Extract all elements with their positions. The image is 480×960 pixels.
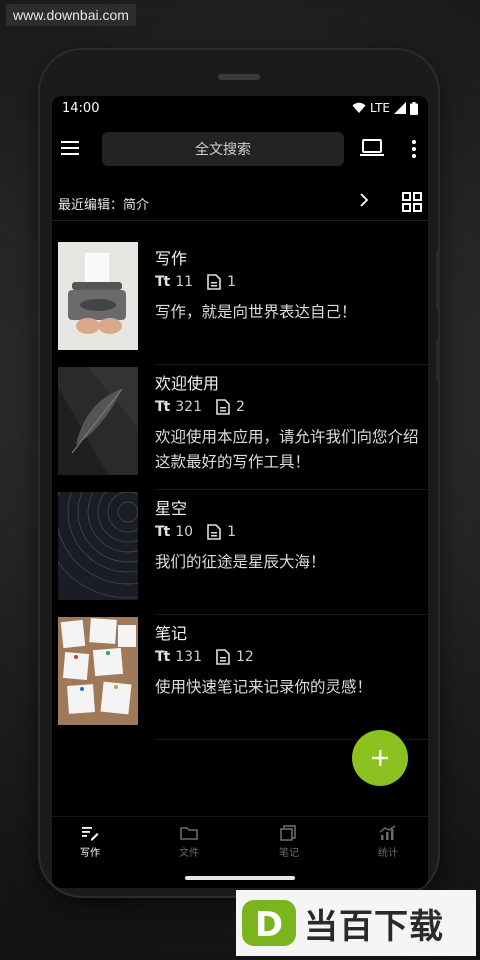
brand-logo-icon: D xyxy=(242,900,296,946)
file-count: 1 xyxy=(227,274,236,290)
brand-name: 当百下载 xyxy=(304,906,444,947)
top-toolbar: 全文搜索 xyxy=(52,130,428,170)
nav-tab-files[interactable]: 文件 xyxy=(159,825,219,859)
plus-icon xyxy=(372,750,388,766)
menu-icon[interactable] xyxy=(60,138,80,158)
work-meta: Tt 131 12 xyxy=(155,649,254,665)
stats-icon xyxy=(379,825,396,840)
status-bar: 14:00 LTE xyxy=(52,96,428,122)
search-button[interactable]: 全文搜索 xyxy=(102,132,344,166)
nav-label: 统计 xyxy=(378,848,398,859)
nav-tab-notes[interactable]: 笔记 xyxy=(259,825,319,859)
laptop-icon[interactable] xyxy=(360,138,384,158)
work-description: 欢迎使用本应用，请允许我们向您介绍这款最好的写作工具！ xyxy=(155,428,419,471)
text-size-icon: Tt xyxy=(155,274,170,290)
battery-icon xyxy=(410,101,418,115)
work-title: 星空 xyxy=(155,499,188,518)
nav-label: 写作 xyxy=(80,848,100,859)
work-item[interactable]: 欢迎使用 Tt 321 2 欢迎使用本应用，请允许我们向您介绍这款最好的写作工具… xyxy=(52,365,428,490)
nav-tab-write[interactable]: 写作 xyxy=(60,825,120,859)
work-item[interactable]: 写作 Tt 11 1 写作，就是向世界表达自己！ xyxy=(52,240,428,365)
svg-text:D: D xyxy=(255,905,283,945)
file-count: 2 xyxy=(235,399,245,415)
file-count: 1 xyxy=(227,524,236,540)
recent-edit-bar[interactable]: 最近编辑：简介 xyxy=(52,184,428,221)
bottom-navigation: 写作 文件 笔记 统计 xyxy=(52,816,428,869)
works-list: 写作 Tt 11 1 写作，就是向世界表达自己！ 欢迎使用 Tt 321 2 欢… xyxy=(52,240,428,740)
phone-speaker xyxy=(218,74,260,80)
folder-icon xyxy=(180,827,198,840)
status-icons: LTE xyxy=(352,101,418,115)
file-count: 12 xyxy=(235,649,254,665)
nav-tab-stats[interactable]: 统计 xyxy=(358,825,418,859)
sticky-notes-thumbnail xyxy=(58,617,138,725)
word-count: 10 xyxy=(175,524,194,540)
add-work-button[interactable] xyxy=(352,730,408,786)
work-item[interactable]: 星空 Tt 10 1 我们的征途是星辰大海！ xyxy=(52,490,428,615)
document-icon xyxy=(216,649,230,665)
notes-icon xyxy=(280,825,296,841)
nav-label: 笔记 xyxy=(279,848,299,859)
word-count: 11 xyxy=(175,274,194,290)
document-icon xyxy=(216,399,230,415)
text-size-icon: Tt xyxy=(155,399,170,415)
signal-icon xyxy=(394,102,406,114)
work-description: 使用快速笔记来记录你的灵感！ xyxy=(155,678,373,696)
write-icon xyxy=(82,827,99,841)
grid-view-icon[interactable] xyxy=(402,192,422,212)
work-description: 写作，就是向世界表达自己！ xyxy=(155,303,357,321)
work-item[interactable]: 笔记 Tt 131 12 使用快速笔记来记录你的灵感！ xyxy=(52,615,428,740)
home-indicator[interactable] xyxy=(185,876,295,880)
recent-edit-label: 最近编辑：简介 xyxy=(58,198,150,213)
network-type: LTE xyxy=(370,101,390,115)
work-description: 我们的征途是星辰大海！ xyxy=(155,553,326,571)
word-count: 131 xyxy=(175,649,202,665)
word-count: 321 xyxy=(175,399,202,415)
chevron-right-icon xyxy=(360,193,369,207)
work-meta: Tt 321 2 xyxy=(155,399,245,415)
status-time: 14:00 xyxy=(62,101,100,116)
document-icon xyxy=(207,524,221,540)
work-title: 笔记 xyxy=(155,624,188,643)
work-meta: Tt 10 1 xyxy=(155,524,236,540)
nav-label: 文件 xyxy=(179,848,199,859)
work-title: 欢迎使用 xyxy=(155,374,220,393)
site-watermark: www.downbai.com xyxy=(6,4,136,26)
document-icon xyxy=(207,274,221,290)
brand-banner: D 当百下载 xyxy=(236,890,476,956)
more-icon[interactable] xyxy=(406,138,422,160)
typewriter-thumbnail xyxy=(58,242,138,350)
text-size-icon: Tt xyxy=(155,524,170,540)
phone-side-button xyxy=(436,340,440,380)
app-screen: 14:00 LTE 全文搜索 最近编辑：简介 写作 Tt 11 1 写作，就是向… xyxy=(52,96,428,888)
work-meta: Tt 11 1 xyxy=(155,274,236,290)
phone-side-button xyxy=(436,250,440,310)
work-title: 写作 xyxy=(155,249,188,268)
feather-thumbnail xyxy=(58,367,138,475)
star-trails-thumbnail xyxy=(58,492,138,600)
text-size-icon: Tt xyxy=(155,649,170,665)
wifi-icon xyxy=(352,102,366,113)
